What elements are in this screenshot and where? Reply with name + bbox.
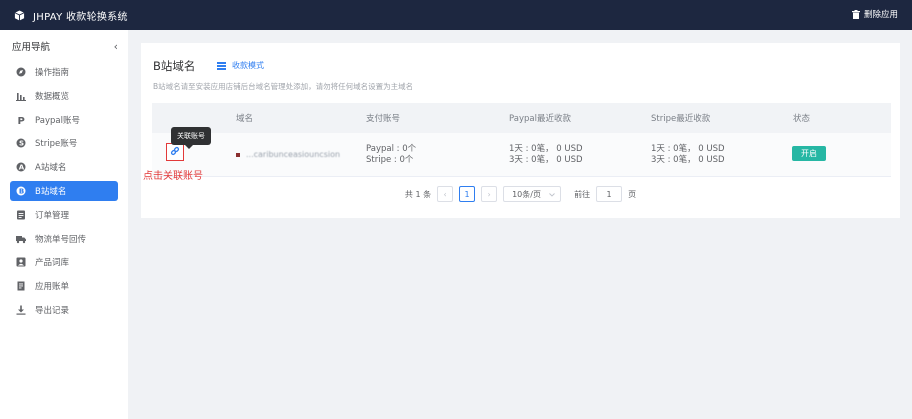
page-number-button[interactable]: 1: [459, 186, 476, 202]
sidebar-item-products[interactable]: 产品词库: [10, 252, 118, 272]
sidebar-item-orders[interactable]: 订单管理: [10, 205, 118, 225]
status-toggle-button[interactable]: 开启: [792, 146, 826, 161]
delete-app-button[interactable]: 删除应用: [851, 8, 898, 20]
truck-icon: [16, 234, 26, 244]
sidebar-item-a-site[interactable]: A A站域名: [10, 157, 118, 177]
domain-value: ...caribunceasiouncsion: [246, 150, 341, 159]
pay-account-paypal: Paypal : 0个: [366, 144, 417, 154]
next-page-button[interactable]: ›: [481, 186, 498, 202]
svg-text:P: P: [18, 116, 25, 125]
sidebar: 应用导航 ‹ 操作指南 数据概览 P Paypal账号 S Stripe账号 A…: [0, 30, 128, 419]
goto-label: 前往: [574, 189, 591, 199]
svg-text:A: A: [19, 164, 25, 172]
column-header-stripe-recent: Stripe最近收款: [651, 114, 711, 124]
table-row: 关联账号 点击关联账号 ...caribunceasiouncsion Payp…: [143, 127, 891, 182]
page-suffix-label: 页: [628, 189, 637, 199]
page-title: B站域名: [153, 59, 196, 73]
domain-cell: ...caribunceasiouncsion: [236, 150, 340, 159]
sidebar-item-bills[interactable]: 应用账单: [10, 276, 118, 296]
download-icon: [16, 305, 26, 315]
sidebar-item-label: 操作指南: [35, 68, 70, 78]
column-header-domain: 域名: [236, 114, 254, 124]
app-title: JHPAY 收款轮换系统: [33, 11, 128, 23]
delete-app-label: 删除应用: [863, 10, 898, 20]
bar-chart-icon: [16, 91, 26, 101]
sidebar-item-stripe[interactable]: S Stripe账号: [10, 133, 118, 153]
column-header-paypal-recent: Paypal最近收款: [509, 114, 571, 124]
table-header: 域名 支付账号 Paypal最近收款 Stripe最近收款 状态: [152, 103, 891, 133]
product-icon: [16, 257, 26, 267]
domain-table: 域名 支付账号 Paypal最近收款 Stripe最近收款 状态 关联账号 点击…: [143, 103, 891, 182]
page-size-value: 10条/页: [512, 189, 541, 199]
sidebar-item-label: 导出记录: [35, 305, 70, 316]
svg-text:S: S: [19, 140, 24, 148]
sidebar-item-guide[interactable]: 操作指南: [10, 62, 118, 82]
collapse-sidebar-icon[interactable]: ‹: [114, 40, 118, 53]
sidebar-heading: 应用导航: [12, 42, 51, 53]
top-bar: JHPAY 收款轮换系统 删除应用: [0, 0, 912, 30]
goto-page-input[interactable]: 1: [596, 186, 623, 202]
b-site-icon: B: [16, 186, 26, 196]
stripe-icon: S: [16, 138, 26, 148]
sidebar-item-export[interactable]: 导出记录: [10, 300, 118, 320]
link-account-tooltip: 关联账号: [171, 127, 211, 149]
order-icon: [16, 210, 26, 220]
column-header-status: 状态: [793, 114, 811, 124]
sidebar-item-b-site[interactable]: B B站域名: [10, 180, 118, 201]
sidebar-item-label: 产品词库: [35, 258, 70, 269]
pay-account-stripe: Stripe : 0个: [366, 155, 414, 165]
stripe-recent-cell: 1天 : 0笔， 0 USD 3天 : 0笔， 0 USD: [651, 144, 725, 166]
sidebar-item-paypal[interactable]: P Paypal账号: [10, 110, 118, 130]
prev-page-button[interactable]: ‹: [437, 186, 454, 202]
page-size-select[interactable]: 10条/页: [503, 186, 562, 202]
paypal-recent-3day: 3天 : 0笔， 0 USD: [509, 155, 583, 165]
paypal-icon: P: [16, 115, 26, 125]
sidebar-item-label: B站域名: [35, 186, 67, 197]
click-link-account-annotation: 点击关联账号: [143, 171, 203, 182]
link-icon: [170, 146, 180, 159]
sidebar-item-logistics[interactable]: 物流单号回传: [10, 229, 118, 249]
pay-account-cell: Paypal : 0个 Stripe : 0个: [366, 144, 416, 166]
pagination: 共 1 条 ‹ 1 › 10条/页 前往 1 页: [141, 185, 900, 203]
column-header-pay-account: 支付账号: [366, 114, 401, 124]
sidebar-item-label: 数据概览: [35, 91, 70, 102]
domain-hint-text: B站域名请至安装应用店铺后台域名管理处添加，请勿将任何域名设置为主域名: [153, 82, 414, 91]
paypal-recent-1day: 1天 : 0笔， 0 USD: [509, 144, 583, 154]
favicon-dot: [236, 152, 240, 157]
sidebar-item-label: 物流单号回传: [35, 234, 87, 245]
main-card: B站域名 收款模式 B站域名请至安装应用店铺后台域名管理处添加，请勿将任何域名设…: [141, 43, 900, 218]
sidebar-item-overview[interactable]: 数据概览: [10, 86, 118, 106]
svg-text:B: B: [19, 188, 24, 196]
payment-mode-label: 收款模式: [232, 61, 264, 70]
sidebar-item-label: A站域名: [35, 163, 67, 174]
a-site-icon: A: [16, 162, 26, 172]
sidebar-item-label: 应用账单: [35, 282, 70, 293]
cube-logo-icon: [14, 9, 25, 21]
sidebar-item-label: Paypal账号: [35, 115, 80, 126]
paypal-recent-cell: 1天 : 0笔， 0 USD 3天 : 0笔， 0 USD: [509, 144, 583, 166]
chevron-down-icon: [549, 190, 555, 199]
link-account-button[interactable]: 关联账号: [166, 127, 211, 161]
guide-icon: [16, 67, 26, 77]
stripe-recent-3day: 3天 : 0笔， 0 USD: [651, 155, 725, 165]
trash-icon: [851, 9, 860, 19]
stripe-recent-1day: 1天 : 0笔， 0 USD: [651, 144, 725, 154]
bill-icon: [16, 281, 26, 291]
stack-icon: [217, 61, 226, 70]
sidebar-item-label: Stripe账号: [35, 139, 78, 150]
sidebar-header: 应用导航 ‹: [0, 30, 128, 62]
sidebar-item-label: 订单管理: [35, 210, 70, 221]
payment-mode-link[interactable]: 收款模式: [217, 60, 264, 71]
pagination-total: 共 1 条: [404, 189, 432, 199]
